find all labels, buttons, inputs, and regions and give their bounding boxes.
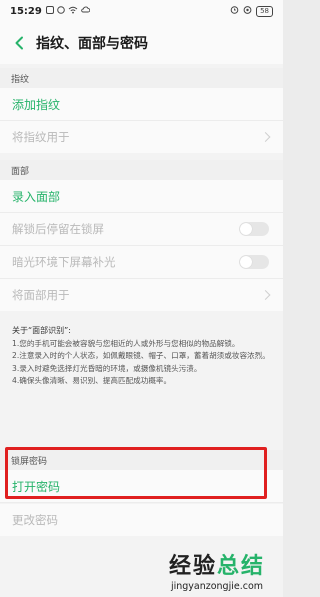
low-light-fill-toggle[interactable] [239, 255, 269, 269]
back-arrow-icon[interactable] [10, 34, 28, 52]
low-light-fill-item: 暗光环境下屏幕补光 [0, 246, 283, 278]
enroll-face-label: 录入面部 [12, 189, 61, 204]
wifi-icon [68, 6, 78, 17]
watermark-title-part1: 经验 [168, 554, 217, 579]
enroll-face-item[interactable]: 录入面部 [0, 180, 283, 212]
face-use-for-label: 将面部用于 [12, 288, 70, 302]
status-time: 15:29 [10, 5, 42, 17]
fingerprint-section-header: 指纹 [0, 68, 283, 88]
face-use-for-item[interactable]: 将面部用于 [0, 279, 283, 311]
note-item: 2.注意录入时的个人状态，如佩戴眼镜、帽子、口罩，蓄着胡须或妆容浓烈。 [12, 351, 270, 360]
cloud-icon [81, 6, 91, 16]
chevron-right-icon [260, 132, 271, 142]
message-icon [57, 5, 65, 17]
change-password-item: 更改密码 [0, 504, 283, 536]
watermark-title-part2: 总结 [216, 554, 265, 579]
low-light-fill-label: 暗光环境下屏幕补光 [12, 255, 116, 269]
chevron-right-icon [260, 290, 271, 300]
add-fingerprint-item[interactable]: 添加指纹 [0, 88, 283, 120]
stay-on-lockscreen-item: 解锁后停留在锁屏 [0, 213, 283, 245]
highlight-box [5, 447, 267, 499]
divider [0, 502, 283, 503]
stay-on-lockscreen-toggle[interactable] [239, 222, 269, 236]
stay-on-lockscreen-label: 解锁后停留在锁屏 [12, 222, 104, 236]
note-item: 3.录入时避免选择灯光昏暗的环境，或摄像机镜头污渍。 [12, 363, 202, 373]
settings-screen: 15:29 58 指纹、面部与密码 指纹 添加指纹 将指纹用于 面部 录入面部 … [0, 0, 283, 597]
face-recognition-notes: 关于“面部识别”: 1.您的手机可能会被容貌与您相近的人或外形与您相似的物品解锁… [0, 316, 283, 444]
watermark-url: jingyanzongjie.com [170, 581, 264, 592]
fingerprint-use-for-item[interactable]: 将指纹用于 [0, 121, 283, 153]
header: 指纹、面部与密码 [0, 22, 283, 64]
fingerprint-use-for-label: 将指纹用于 [12, 130, 70, 144]
notification-icon [45, 5, 54, 17]
notes-title: 关于“面部识别”: [12, 326, 71, 335]
face-section-header: 面部 [0, 160, 283, 180]
page-title: 指纹、面部与密码 [36, 36, 148, 52]
add-fingerprint-label: 添加指纹 [12, 97, 61, 112]
change-password-label: 更改密码 [12, 513, 58, 527]
status-bar: 15:29 58 [0, 0, 283, 22]
watermark: 经验总结 jingyanzongjie.com [169, 548, 265, 592]
alarm-icon [230, 5, 239, 17]
note-item: 4.确保头像清晰、易识别、提高匹配成功概率。 [12, 376, 172, 385]
signal-icon [243, 5, 252, 17]
note-item: 1.您的手机可能会被容貌与您相近的人或外形与您相似的物品解锁。 [12, 338, 240, 348]
battery-icon: 58 [256, 5, 273, 17]
